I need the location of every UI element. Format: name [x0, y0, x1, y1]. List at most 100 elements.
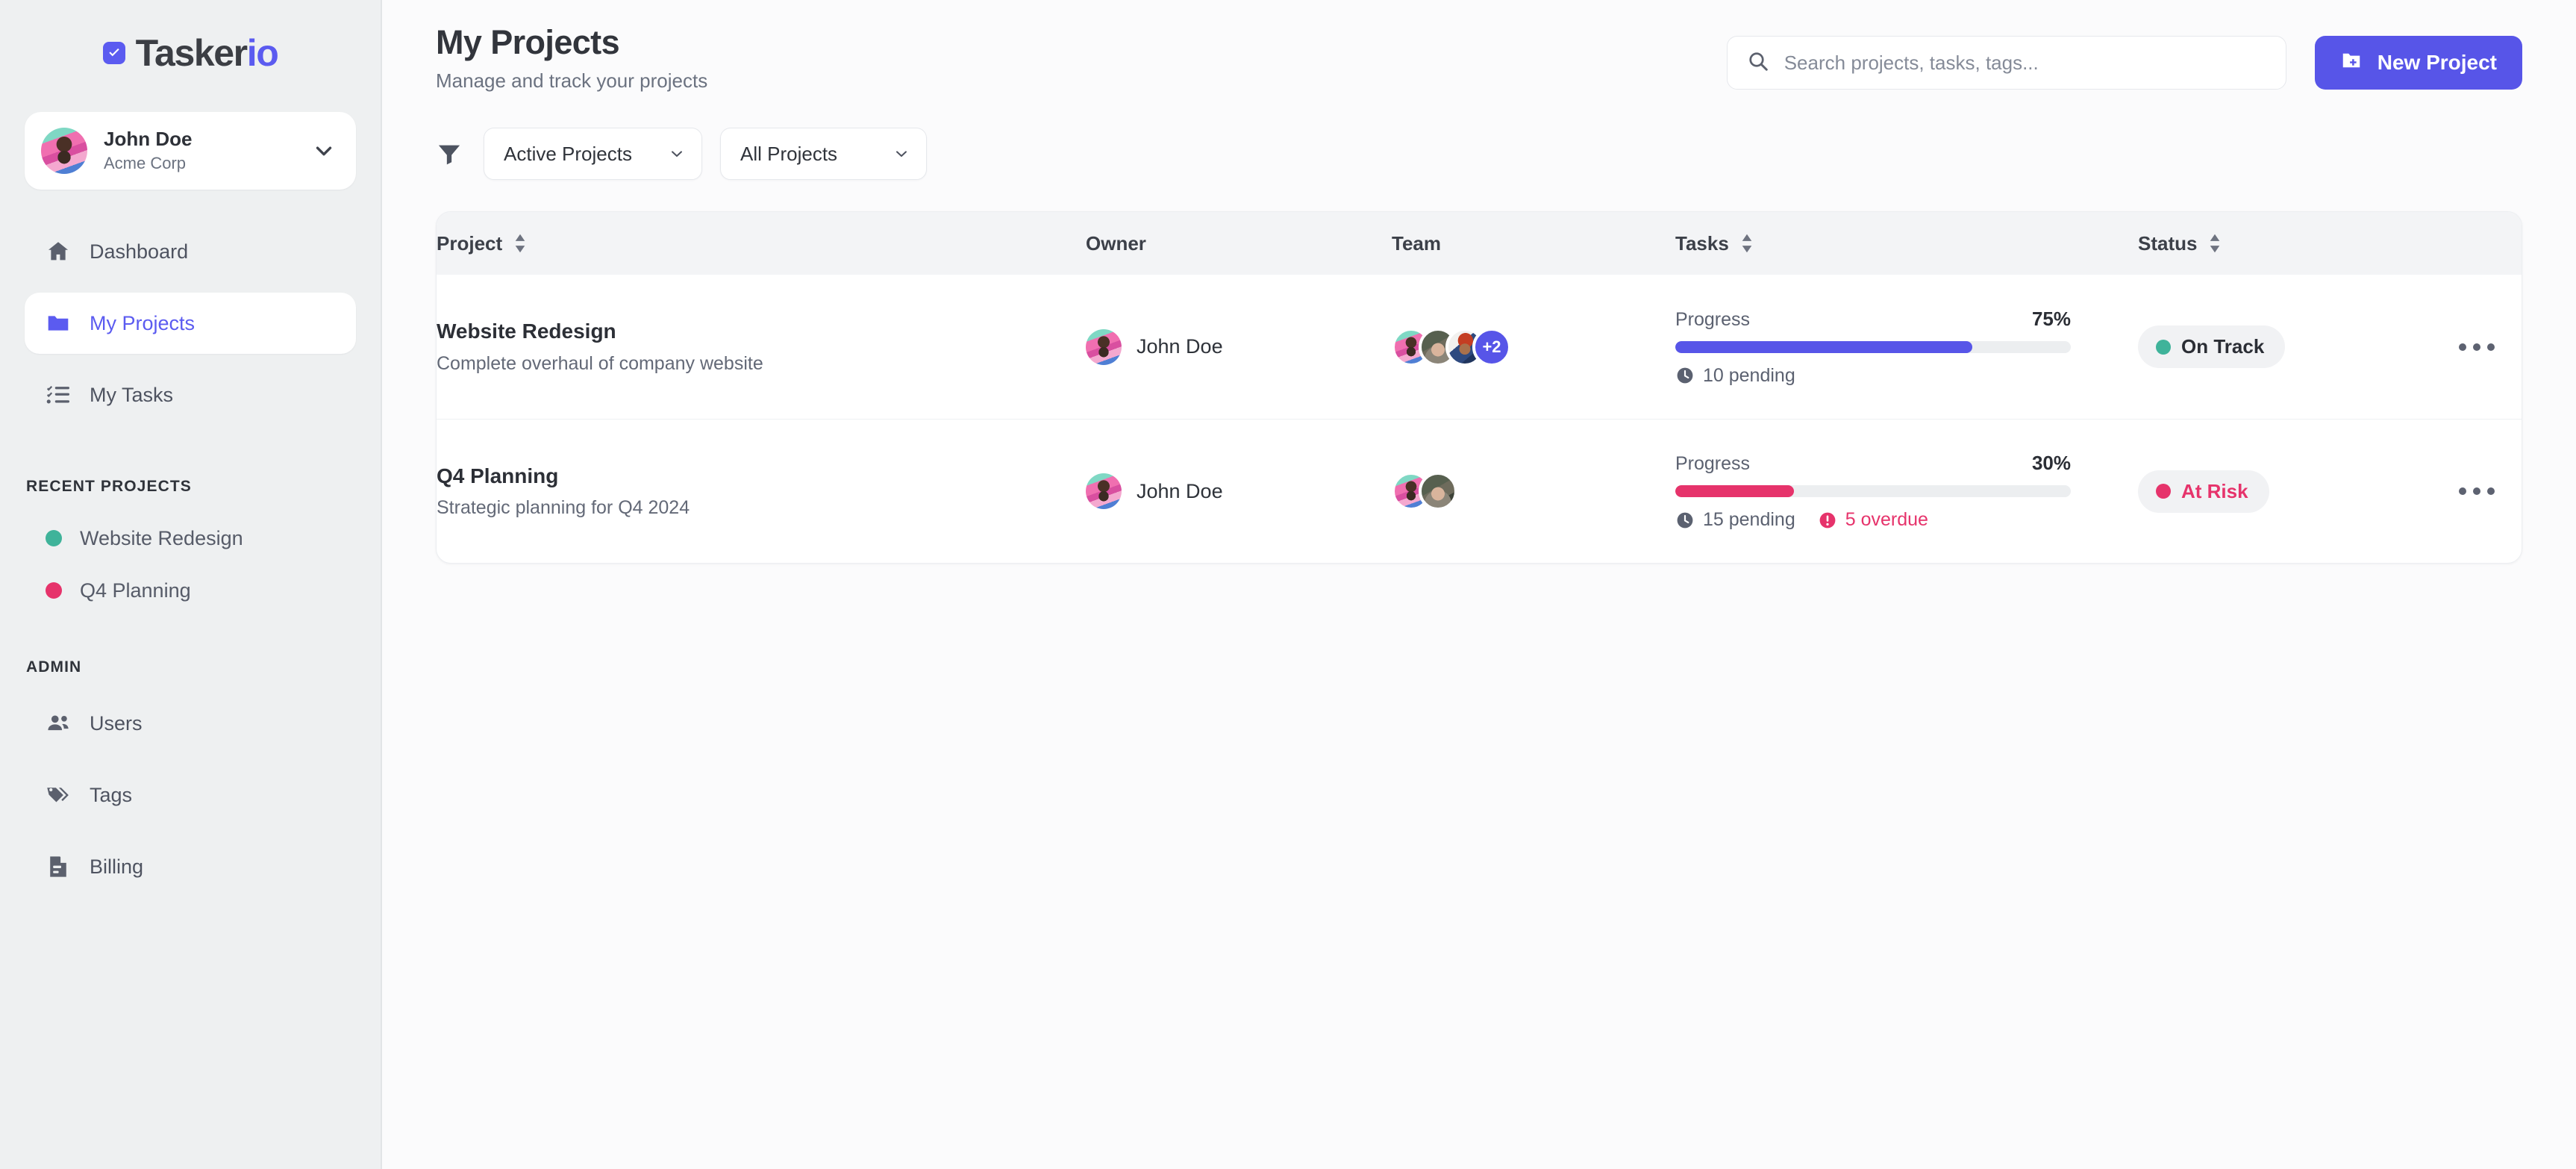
recent-project-website-redesign[interactable]: Website Redesign: [25, 512, 356, 564]
status-label: On Track: [2181, 335, 2264, 358]
profile-name: John Doe: [104, 127, 295, 152]
checklist-icon: [46, 382, 71, 408]
sidebar-item-tags[interactable]: Tags: [25, 764, 356, 826]
tag-icon: [46, 782, 71, 808]
column-label: Team: [1392, 232, 1441, 255]
sort-icon[interactable]: [2207, 233, 2222, 254]
sidebar-item-label: My Tasks: [90, 384, 173, 407]
column-header-tasks[interactable]: Tasks: [1675, 212, 2138, 275]
avatar: [1086, 329, 1122, 365]
cell-project: Website Redesign Complete overhaul of co…: [437, 275, 1086, 419]
sidebar-item-label: Tags: [90, 784, 132, 807]
sort-icon[interactable]: [513, 233, 528, 254]
progress-bar: [1675, 485, 2071, 497]
brand-name-dark: Tasker: [136, 32, 247, 74]
cell-team: +2: [1392, 275, 1675, 419]
new-project-button[interactable]: New Project: [2315, 36, 2522, 90]
column-header-status[interactable]: Status: [2138, 212, 2451, 275]
cell-status: On Track: [2138, 275, 2451, 419]
status-dot: [2156, 340, 2171, 355]
scope-filter-select[interactable]: All ProjectsMy ProjectsShared With Me: [720, 128, 927, 180]
cell-project: Q4 Planning Strategic planning for Q4 20…: [437, 419, 1086, 563]
folder-icon: [46, 311, 71, 336]
column-header-project[interactable]: Project: [437, 212, 1086, 275]
project-name: Q4 Planning: [437, 464, 1086, 489]
status-badge: At Risk: [2138, 470, 2269, 513]
cell-status: At Risk: [2138, 419, 2451, 563]
table-row[interactable]: Q4 Planning Strategic planning for Q4 20…: [437, 419, 2522, 563]
sidebar-item-users[interactable]: Users: [25, 693, 356, 754]
status-dot: [2156, 484, 2171, 499]
owner-name: John Doe: [1137, 480, 1223, 503]
column-label: Status: [2138, 232, 2197, 255]
profile-info: John Doe Acme Corp: [104, 127, 295, 175]
avatar: [41, 128, 87, 174]
overdue-label: 5 overdue: [1845, 509, 1928, 531]
ellipsis-icon[interactable]: [2451, 487, 2522, 495]
pending-label: 10 pending: [1703, 365, 1795, 387]
brand-wordmark: Taskerio: [136, 34, 278, 72]
sidebar: Taskerio John Doe Acme Corp Dashboard My…: [0, 0, 382, 1169]
avatar: [1419, 472, 1457, 511]
sidebar-item-dashboard[interactable]: Dashboard: [25, 221, 356, 282]
status-badge: On Track: [2138, 325, 2285, 368]
filter-icon: [436, 140, 463, 167]
section-title-admin: ADMIN: [25, 658, 356, 676]
pending-count: 15 pending: [1675, 509, 1795, 531]
team-overflow-badge[interactable]: +2: [1472, 328, 1511, 367]
cell-tasks: Progress 75%: [1675, 275, 2138, 419]
main-content: My Projects Manage and track your projec…: [382, 0, 2576, 1169]
cell-tasks: Progress 30%: [1675, 419, 2138, 563]
progress-percent: 75%: [2032, 308, 2071, 331]
ellipsis-icon[interactable]: [2451, 343, 2522, 351]
sidebar-item-my-tasks[interactable]: My Tasks: [25, 364, 356, 425]
table-row[interactable]: Website Redesign Complete overhaul of co…: [437, 275, 2522, 419]
clock-icon: [1675, 511, 1695, 530]
filter-bar: Active ProjectsArchived ProjectsAll Stat…: [415, 93, 2543, 180]
cell-actions: [2451, 275, 2522, 419]
brand-name-accent: io: [247, 32, 278, 74]
profile-switcher[interactable]: John Doe Acme Corp: [25, 112, 356, 190]
brand-logo[interactable]: Taskerio: [25, 0, 356, 112]
team-avatar-group[interactable]: +2: [1392, 328, 1675, 367]
page-title: My Projects: [436, 24, 1727, 61]
column-header-actions: [2451, 212, 2522, 275]
cell-owner: John Doe: [1086, 275, 1392, 419]
column-label: Project: [437, 232, 502, 255]
search-box[interactable]: [1727, 36, 2286, 90]
profile-org: Acme Corp: [104, 153, 295, 175]
new-project-label: New Project: [2378, 51, 2497, 75]
recent-project-label: Q4 Planning: [80, 579, 191, 602]
pending-count: 10 pending: [1675, 365, 1795, 387]
sidebar-item-my-projects[interactable]: My Projects: [25, 293, 356, 354]
sort-icon[interactable]: [1739, 233, 1754, 254]
recent-project-q4-planning[interactable]: Q4 Planning: [25, 564, 356, 617]
owner-name: John Doe: [1137, 335, 1223, 358]
recent-project-label: Website Redesign: [80, 527, 243, 550]
cell-team: [1392, 419, 1675, 563]
invoice-icon: [46, 854, 71, 879]
table-header-row: Project Owner Team: [437, 212, 2522, 275]
top-bar-actions: New Project: [1727, 24, 2522, 90]
top-bar: My Projects Manage and track your projec…: [415, 0, 2543, 93]
sidebar-item-label: Billing: [90, 855, 143, 879]
chevron-down-icon[interactable]: [311, 138, 337, 163]
page-header: My Projects Manage and track your projec…: [436, 24, 1727, 93]
alert-icon: [1818, 511, 1837, 530]
sidebar-item-billing[interactable]: Billing: [25, 836, 356, 897]
cell-actions: [2451, 419, 2522, 563]
table-header: Project Owner Team: [437, 212, 2522, 275]
column-label: Tasks: [1675, 232, 1729, 255]
clock-icon: [1675, 366, 1695, 385]
folder-plus-icon: [2340, 49, 2363, 77]
team-avatar-group[interactable]: [1392, 472, 1675, 511]
scope-filter-wrap: All ProjectsMy ProjectsShared With Me: [720, 128, 927, 180]
status-dot: [46, 582, 62, 599]
check-icon: [103, 42, 125, 64]
status-dot: [46, 530, 62, 546]
column-label: Owner: [1086, 232, 1146, 255]
search-input[interactable]: [1784, 52, 2266, 75]
project-description: Strategic planning for Q4 2024: [437, 497, 1086, 519]
section-title-recent-projects: RECENT PROJECTS: [25, 478, 356, 496]
status-filter-select[interactable]: Active ProjectsArchived ProjectsAll Stat…: [484, 128, 702, 180]
